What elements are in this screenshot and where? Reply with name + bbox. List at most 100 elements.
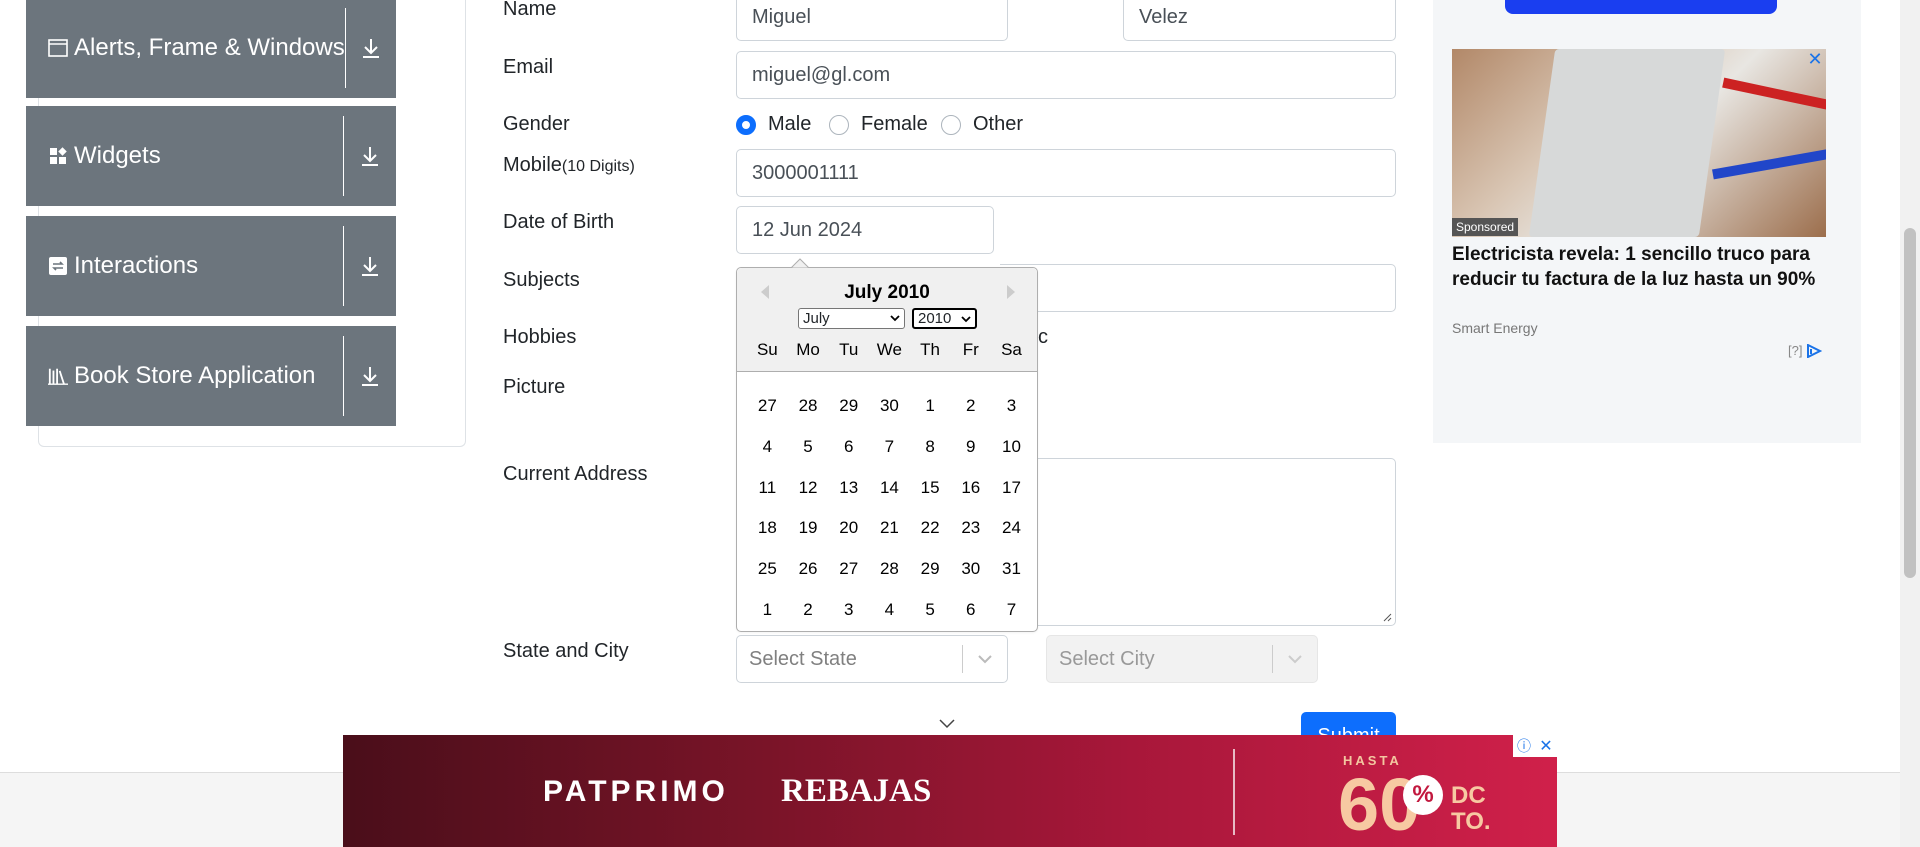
radio-unchecked[interactable] (941, 114, 961, 135)
gender-radio-male[interactable]: Male (736, 113, 811, 136)
day-cell[interactable]: 26 (788, 559, 829, 579)
download-icon[interactable] (344, 365, 396, 387)
ad-headline[interactable]: Electricista revela: 1 sencillo truco pa… (1452, 242, 1832, 292)
day-cell[interactable]: 3 (828, 600, 869, 620)
close-icon[interactable]: ✕ (1806, 50, 1824, 68)
banner-dcto-line2: TO. (1451, 808, 1491, 835)
day-cell[interactable]: 5 (788, 437, 829, 457)
dob-input[interactable]: 12 Jun 2024 (736, 206, 994, 254)
day-cell[interactable]: 11 (747, 478, 788, 498)
mobile-input[interactable]: 3000001111 (736, 149, 1396, 197)
day-cell[interactable]: 12 (788, 478, 829, 498)
banner-dcto: DC TO. (1451, 783, 1491, 835)
day-cell[interactable]: 10 (991, 437, 1032, 457)
day-cell[interactable]: 7 (991, 600, 1032, 620)
day-cell[interactable]: 22 (910, 518, 951, 538)
day-cell[interactable]: 4 (747, 437, 788, 457)
weekday-label: Su (756, 340, 778, 359)
radio-checked[interactable] (736, 114, 756, 135)
gender-radio-other[interactable]: Other (941, 113, 1023, 136)
day-cell[interactable]: 1 (910, 396, 951, 416)
divider (1233, 749, 1235, 835)
next-month-icon[interactable] (1003, 282, 1019, 302)
mobile-hint: (10 Digits) (561, 158, 635, 175)
hobby-option-partial[interactable]: c (1038, 326, 1048, 349)
ad-image[interactable] (1452, 49, 1826, 237)
subjects-input[interactable] (1000, 264, 1396, 312)
sidebar-group-interactions[interactable]: Interactions (26, 216, 396, 316)
day-cell[interactable]: 6 (828, 437, 869, 457)
day-cell[interactable]: 31 (991, 559, 1032, 579)
page-scrollbar[interactable] (1900, 0, 1920, 847)
sponsored-ad[interactable]: ✕ Sponsored Electricista revela: 1 senci… (1433, 0, 1861, 443)
day-cell[interactable]: 29 (910, 559, 951, 579)
day-cell[interactable]: 24 (991, 518, 1032, 538)
day-cell[interactable]: 6 (950, 600, 991, 620)
day-cell[interactable]: 16 (950, 478, 991, 498)
day-cell[interactable]: 25 (747, 559, 788, 579)
sidebar-group-label: Alerts, Frame & Windows (74, 34, 345, 61)
chevron-down-icon[interactable] (938, 718, 956, 730)
city-select[interactable]: Select City (1046, 635, 1318, 683)
sidebar-group-book-store[interactable]: Book Store Application (26, 326, 396, 426)
weekday-label: Sa (1001, 340, 1022, 359)
day-cell[interactable]: 2 (788, 600, 829, 620)
download-icon[interactable] (346, 37, 396, 59)
ad-brand[interactable]: Smart Energy (1452, 320, 1538, 336)
radio-label: Other (973, 113, 1024, 135)
day-cell[interactable]: 27 (828, 559, 869, 579)
download-icon[interactable] (344, 255, 396, 277)
banner-ad[interactable]: PATPRIMO REBAJAS HASTA 60 % DC TO. (343, 735, 1557, 847)
day-cell[interactable]: 29 (828, 396, 869, 416)
day-cell[interactable]: 18 (747, 518, 788, 538)
name-label: Name (503, 0, 557, 20)
chevron-down-icon[interactable] (1273, 654, 1317, 664)
day-cell[interactable]: 19 (788, 518, 829, 538)
last-name-input[interactable]: Velez (1123, 0, 1396, 41)
month-select[interactable]: July (798, 308, 905, 329)
email-input[interactable]: miguel@gl.com (736, 51, 1396, 99)
day-cell[interactable]: 3 (991, 396, 1032, 416)
day-cell[interactable]: 7 (869, 437, 910, 457)
first-name-input[interactable]: Miguel (736, 0, 1008, 41)
close-icon[interactable]: ✕ (1535, 735, 1557, 757)
sidebar-group-widgets[interactable]: Widgets (26, 106, 396, 206)
day-cell[interactable]: 13 (828, 478, 869, 498)
info-icon[interactable]: ⓘ (1513, 735, 1535, 757)
day-cell[interactable]: 28 (788, 396, 829, 416)
weekday-label: We (876, 340, 902, 359)
day-cell[interactable]: 14 (869, 478, 910, 498)
day-cell[interactable]: 27 (747, 396, 788, 416)
day-cell[interactable]: 2 (950, 396, 991, 416)
sidebar-group-label: Book Store Application (74, 362, 316, 389)
day-cell[interactable]: 5 (910, 600, 951, 620)
year-select[interactable]: 2010 (912, 308, 977, 329)
gender-radio-female[interactable]: Female (829, 113, 928, 136)
ad-info[interactable]: [?] (1788, 343, 1823, 358)
day-cell[interactable]: 21 (869, 518, 910, 538)
state-city-label: State and City (503, 640, 629, 662)
day-cell[interactable]: 1 (747, 600, 788, 620)
radio-unchecked[interactable] (829, 114, 849, 135)
download-icon[interactable] (344, 145, 396, 167)
day-cell[interactable]: 17 (991, 478, 1032, 498)
day-cell[interactable]: 4 (869, 600, 910, 620)
day-cell[interactable]: 30 (869, 396, 910, 416)
resize-grip-icon[interactable] (1382, 612, 1392, 622)
day-cell[interactable]: 20 (828, 518, 869, 538)
scrollbar-thumb[interactable] (1904, 228, 1916, 578)
day-cell[interactable]: 28 (869, 559, 910, 579)
state-select[interactable]: Select State (736, 635, 1008, 683)
day-cell[interactable]: 23 (950, 518, 991, 538)
day-cell[interactable]: 30 (950, 559, 991, 579)
day-cell[interactable]: 15 (910, 478, 951, 498)
sidebar-group-alerts[interactable]: Alerts, Frame & Windows (26, 0, 396, 98)
adchoices-icon[interactable] (1806, 343, 1823, 358)
day-cell[interactable]: 8 (910, 437, 951, 457)
ad-cta-button[interactable] (1505, 0, 1777, 14)
weekday-label: Th (920, 340, 941, 359)
mobile-label-text: Mobile (503, 154, 562, 176)
day-cell[interactable]: 9 (950, 437, 991, 457)
hobbies-label: Hobbies (503, 326, 577, 348)
chevron-down-icon[interactable] (963, 654, 1007, 664)
